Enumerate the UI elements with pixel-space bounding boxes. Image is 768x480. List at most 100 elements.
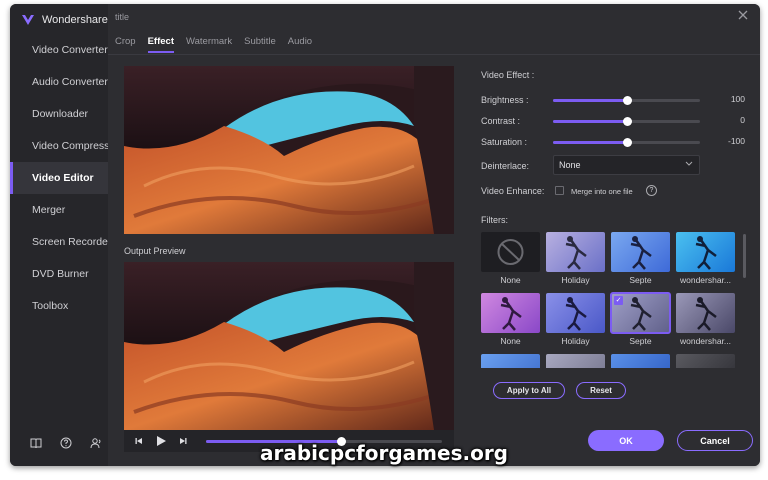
contrast-value: 0 — [740, 115, 745, 125]
dancer-image — [695, 236, 717, 270]
filter-item[interactable]: Holiday — [546, 293, 605, 346]
saturation-fill — [553, 141, 627, 144]
none-icon — [497, 239, 524, 265]
brightness-slider[interactable] — [553, 96, 700, 105]
filter-item[interactable]: wondershar... — [676, 293, 735, 346]
filter-thumbnail — [481, 293, 540, 333]
sidebar-item-dvd-burner[interactable]: DVD Burner — [10, 258, 108, 290]
filter-thumbnail — [546, 232, 605, 272]
canyon-image — [124, 66, 454, 234]
filter-item-selected[interactable]: ✓ Septe — [610, 292, 671, 346]
filter-thumbnail — [611, 232, 670, 272]
filter-name: Septe — [629, 275, 652, 285]
tab-crop[interactable]: Crop — [115, 36, 136, 53]
filter-thumbnail — [546, 293, 605, 333]
brand: Wondershare — [20, 12, 108, 28]
filter-name: wondershar... — [679, 275, 732, 285]
filter-item[interactable] — [611, 354, 670, 368]
filter-name: Holiday — [561, 336, 590, 346]
deinterlace-value: None — [559, 160, 581, 170]
contrast-fill — [553, 120, 627, 123]
filter-thumbnail — [611, 354, 670, 368]
deinterlace-label: Deinterlace: — [481, 161, 530, 171]
tab-watermark[interactable]: Watermark — [186, 36, 232, 53]
filter-item[interactable]: None — [481, 293, 540, 346]
saturation-handle[interactable] — [622, 138, 632, 147]
tab-effect[interactable]: Effect — [147, 36, 174, 53]
dancer-image — [695, 297, 717, 331]
filter-thumbnail — [546, 354, 605, 368]
apply-to-all-button[interactable]: Apply to All — [493, 382, 565, 399]
contrast-row: Contrast : 0 — [481, 114, 749, 128]
wondershare-logo — [22, 15, 34, 25]
contrast-slider[interactable] — [553, 117, 700, 126]
checkmark-icon: ✓ — [614, 296, 623, 305]
saturation-row: Saturation : -100 — [481, 135, 749, 149]
saturation-value: -100 — [727, 136, 745, 146]
filter-name: Holiday — [561, 275, 590, 285]
deinterlace-select[interactable]: None — [553, 155, 700, 175]
dancer-image — [565, 236, 587, 270]
sidebar-nav: Video Converter Audio Converter Download… — [10, 34, 108, 322]
filter-item[interactable]: None — [481, 232, 540, 285]
filter-name: None — [500, 275, 521, 285]
sidebar-item-downloader[interactable]: Downloader — [10, 98, 108, 130]
contrast-handle[interactable] — [622, 117, 632, 126]
brightness-handle[interactable] — [622, 96, 632, 105]
filter-item[interactable]: Holiday — [546, 232, 605, 285]
sidebar-item-audio-converter[interactable]: Audio Converter — [10, 66, 108, 98]
tab-divider — [108, 54, 760, 55]
chevron-down-icon — [685, 159, 693, 169]
brightness-row: Brightness : 100 — [481, 93, 749, 107]
filter-item[interactable]: Septe — [611, 232, 670, 285]
sidebar-item-merger[interactable]: Merger — [10, 194, 108, 226]
filter-thumbnail: ✓ — [610, 292, 671, 334]
filter-thumbnail — [481, 354, 540, 368]
dialog-title: title — [115, 12, 130, 22]
help-icon[interactable]: ? — [646, 185, 657, 196]
app-name: Wondershare — [42, 14, 108, 26]
filter-thumbnail — [676, 354, 735, 368]
saturation-slider[interactable] — [553, 138, 700, 147]
sidebar-item-video-editor[interactable]: Video Editor — [10, 162, 108, 194]
output-preview-label: Output Preview — [124, 246, 186, 256]
reset-button[interactable]: Reset — [576, 382, 626, 399]
contrast-label: Contrast : — [481, 116, 521, 126]
merge-checkbox[interactable] — [555, 186, 564, 195]
tab-subtitle[interactable]: Subtitle — [244, 36, 276, 53]
editor-tabs: Crop Effect Watermark Subtitle Audio — [115, 36, 312, 53]
filter-thumbnail-none — [481, 232, 540, 272]
filter-thumbnail — [676, 232, 735, 272]
video-enhance-label: Video Enhance: — [481, 186, 545, 196]
dancer-image — [500, 297, 522, 331]
effect-dialog: title Crop Effect Watermark Subtitle Aud… — [108, 4, 760, 466]
sidebar-item-video-converter[interactable]: Video Converter — [10, 34, 108, 66]
filter-item[interactable] — [676, 354, 735, 368]
sidebar-item-video-compressor[interactable]: Video Compressor — [10, 130, 108, 162]
close-icon[interactable] — [738, 10, 750, 22]
filter-item[interactable]: wondershar... — [676, 232, 735, 285]
dancer-image — [565, 297, 587, 331]
filter-name: None — [500, 336, 521, 346]
filter-item[interactable] — [546, 354, 605, 368]
brightness-label: Brightness : — [481, 95, 529, 105]
canyon-image-output — [124, 262, 454, 430]
filters-scrollbar[interactable] — [743, 234, 746, 278]
sidebar: Wondershare Video Converter Audio Conver… — [10, 4, 108, 466]
filter-thumbnail — [676, 293, 735, 333]
filter-item[interactable] — [481, 354, 540, 368]
app-window: Wondershare Video Converter Audio Conver… — [10, 4, 760, 466]
filters-label: Filters: — [481, 215, 508, 225]
filters-grid: None Holiday Septe wondershar... None Ho… — [481, 232, 743, 368]
brightness-fill — [553, 99, 627, 102]
sidebar-item-screen-recorder[interactable]: Screen Recorder — [10, 226, 108, 258]
site-watermark: arabicpcforgames.org — [260, 441, 508, 465]
merge-checkbox-label: Merge into one file — [571, 187, 633, 196]
filter-name: Septe — [629, 336, 652, 346]
output-preview — [124, 262, 454, 430]
sidebar-item-toolbox[interactable]: Toolbox — [10, 290, 108, 322]
saturation-label: Saturation : — [481, 137, 528, 147]
tab-audio[interactable]: Audio — [288, 36, 312, 53]
original-preview — [124, 66, 454, 234]
video-effect-heading: Video Effect : — [481, 70, 535, 80]
